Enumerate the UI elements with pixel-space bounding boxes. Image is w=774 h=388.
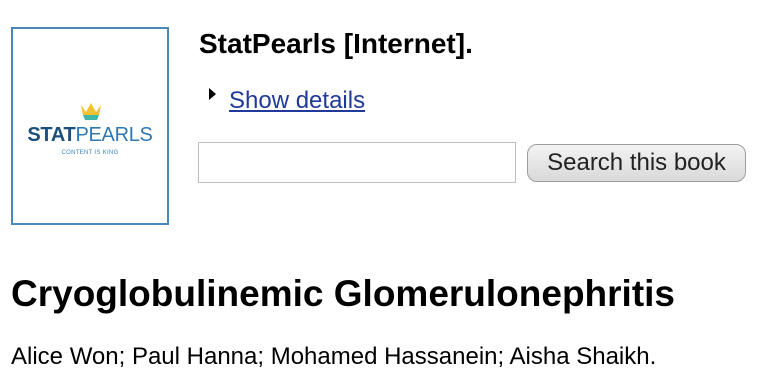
search-book-button[interactable]: Search this book <box>527 144 746 182</box>
triangle-right-icon[interactable] <box>209 88 216 100</box>
details-toggle[interactable]: Show details <box>209 85 365 117</box>
show-details-link[interactable]: Show details <box>229 87 365 115</box>
article-title: Cryoglobulinemic Glomerulonephritis <box>11 273 676 314</box>
cover-logo-light: PEARLS <box>75 124 153 146</box>
book-cover[interactable]: STATPEARLS CONTENT IS KING <box>11 27 169 225</box>
article-authors: Alice Won; Paul Hanna; Mohamed Hassanein… <box>11 343 657 370</box>
book-title: StatPearls [Internet]. <box>199 28 473 59</box>
crown-icon <box>81 103 101 120</box>
search-input[interactable] <box>198 142 516 183</box>
cover-logo-bold: STAT <box>27 124 76 146</box>
cover-tagline: CONTENT IS KING <box>61 150 119 156</box>
cover-logo-text: STATPEARLS <box>13 124 167 147</box>
